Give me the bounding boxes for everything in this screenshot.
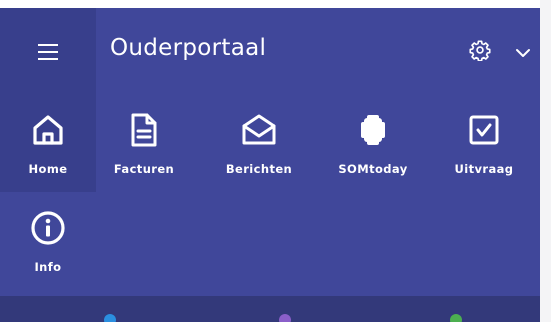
nav-tile-somtoday[interactable]: SOMtoday	[325, 96, 421, 192]
menu-button[interactable]	[0, 8, 96, 96]
account-dropdown-button[interactable]	[510, 40, 536, 64]
gear-icon	[469, 39, 491, 65]
page-scroll-edge	[540, 0, 551, 322]
nav-tile-facturen[interactable]: Facturen	[96, 96, 192, 192]
hamburger-menu-icon	[38, 44, 58, 60]
partial-green-icon	[450, 314, 462, 322]
tile-label-home: Home	[28, 162, 68, 176]
document-icon	[124, 110, 164, 150]
checkbox-icon	[464, 110, 504, 150]
page-title: Ouderportaal	[110, 35, 267, 61]
envelope-icon	[239, 110, 279, 150]
info-icon	[28, 208, 68, 248]
settings-button[interactable]	[466, 38, 494, 66]
home-icon	[28, 110, 68, 150]
partial-blue-icon	[104, 314, 116, 322]
tile-label-somtoday: SOMtoday	[338, 162, 408, 176]
tile-label-berichten: Berichten	[225, 162, 293, 176]
ouderportaal-app: Ouderportaal Home Facturen Berichten SOM…	[0, 8, 540, 322]
tile-label-uitvraag: Uitvraag	[454, 162, 514, 176]
top-margin	[0, 0, 551, 8]
partial-purple-icon	[279, 314, 291, 322]
tile-label-info: Info	[34, 260, 62, 274]
nav-tile-berichten[interactable]: Berichten	[211, 96, 307, 192]
bottom-content-bar	[0, 296, 540, 322]
nav-tile-info[interactable]: Info	[0, 194, 96, 290]
somtoday-logo-icon	[353, 110, 393, 150]
chevron-down-icon	[515, 43, 531, 62]
tile-label-facturen: Facturen	[113, 162, 175, 176]
nav-tile-uitvraag[interactable]: Uitvraag	[436, 96, 532, 192]
nav-tile-home[interactable]: Home	[0, 96, 96, 192]
